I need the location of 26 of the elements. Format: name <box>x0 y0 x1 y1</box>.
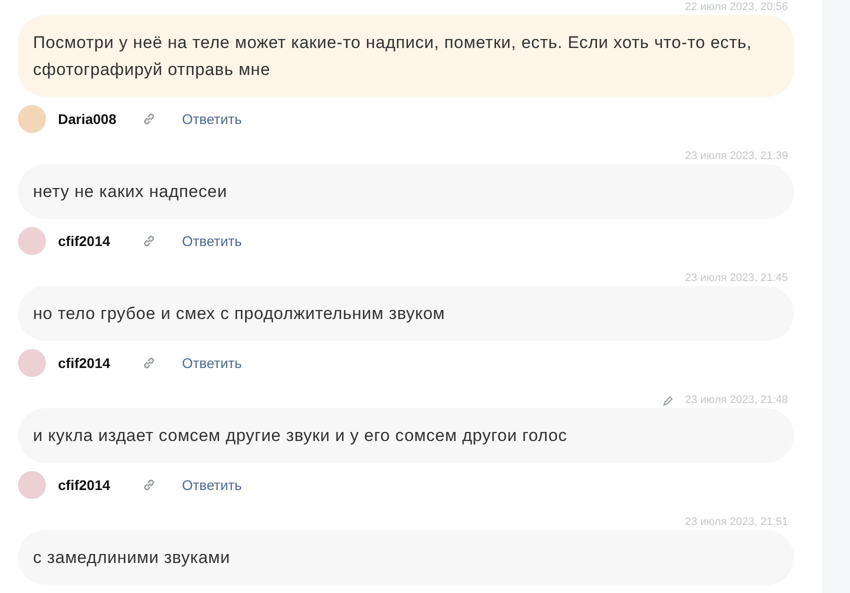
author-name[interactable]: cfif2014 <box>58 352 142 374</box>
link-icon[interactable] <box>142 234 156 248</box>
author-name[interactable]: cfif2014 <box>58 474 142 496</box>
comment-date: 23 июля 2023, 21:51 <box>685 515 788 530</box>
link-icon[interactable] <box>142 112 156 126</box>
comment-bubble: и кукла издает сомсем другие звуки и у его сомсем другои голос <box>18 408 794 463</box>
comment-date: 22 июля 2023, 20:56 <box>685 0 788 16</box>
comment-bubble: но тело грубое и смех с продолжительним звуком <box>18 286 794 341</box>
comment-date: 23 июля 2023, 21:48 <box>685 393 788 408</box>
comment-date: 23 июля 2023, 21:39 <box>685 149 788 164</box>
link-icon[interactable] <box>142 478 156 492</box>
link-icon[interactable] <box>142 356 156 370</box>
comment-bubble: нету не каких надпесеи <box>18 164 794 219</box>
comment-bubble: Посмотри у неё на теле может какие-то надписи, пометки, есть. Если хоть что-то есть, сфотографируй отправь мне <box>18 15 794 97</box>
reply-link[interactable]: Ответить <box>182 230 242 252</box>
avatar-placeholder[interactable] <box>18 227 46 255</box>
reply-link[interactable]: Ответить <box>182 474 242 496</box>
comment-bubble: с замедлиними звуками <box>18 530 794 585</box>
author-name[interactable]: Daria008 <box>58 108 142 130</box>
author-name[interactable]: cfif2014 <box>58 230 142 252</box>
avatar-placeholder[interactable] <box>18 349 46 377</box>
reply-link[interactable]: Ответить <box>182 108 242 130</box>
avatar-placeholder[interactable] <box>18 105 46 133</box>
avatar-placeholder[interactable] <box>18 471 46 499</box>
reply-link[interactable]: Ответить <box>182 352 242 374</box>
comment-date: 23 июля 2023, 21:45 <box>685 271 788 286</box>
